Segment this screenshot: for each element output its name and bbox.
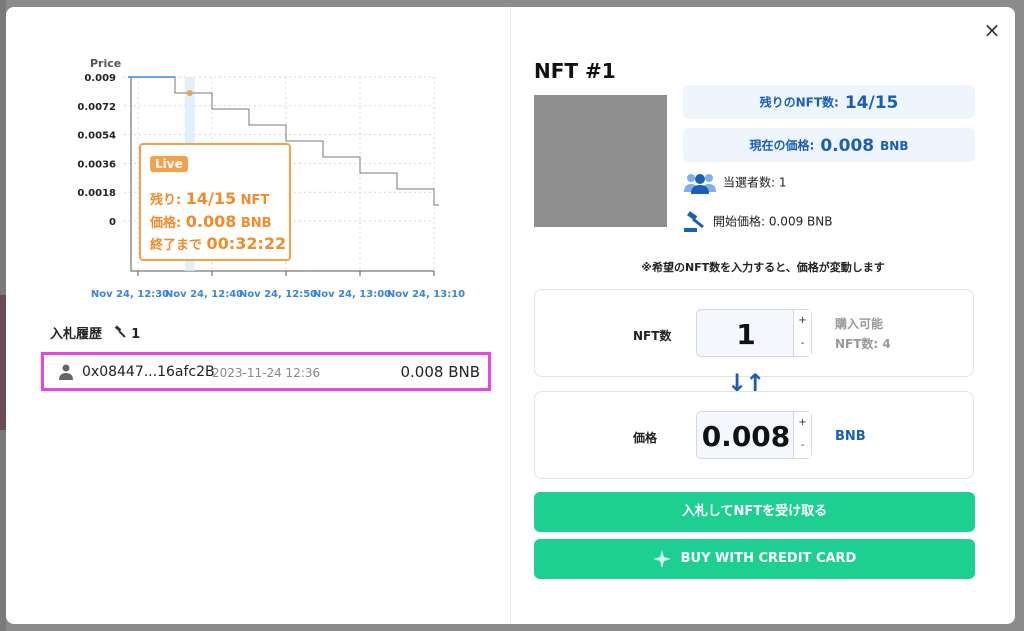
winners-stat: 当選者数: 1 xyxy=(683,172,787,194)
live-countdown: 終了まで 00:32:22 xyxy=(150,234,287,253)
nft-quantity-label: NFT数 xyxy=(633,329,672,343)
bid-history-title: 入札履歴 1 xyxy=(50,325,141,342)
price-increment-button[interactable]: + xyxy=(793,412,811,436)
user-icon xyxy=(59,364,73,380)
bid-time: 2023-11-24 12:36 xyxy=(212,366,321,380)
y-tick-label: 0.0018 xyxy=(77,188,116,199)
remaining-card: 残りのNFT数: 14/15 xyxy=(683,85,975,119)
x-tick-label: Nov 24, 12:40 xyxy=(165,289,243,300)
price-box: 価格 0.008 + - BNB xyxy=(534,391,974,479)
nft-title: NFT #1 xyxy=(534,59,616,83)
y-tick-label: 0.0072 xyxy=(77,102,116,113)
live-remaining: 残り: 14/15 NFT xyxy=(150,189,270,208)
purchase-pane: NFT #1 残りのNFT数: 14/15 現在の価格: 0.008 BNB 当選者数… xyxy=(511,7,1015,624)
price-decrement-button[interactable]: - xyxy=(793,435,811,458)
nft-quantity-value[interactable]: 1 xyxy=(697,318,795,351)
gavel-icon xyxy=(684,211,704,232)
nft-quantity-decrement-button[interactable]: - xyxy=(793,333,811,356)
nft-image xyxy=(534,95,667,227)
bid-amount: 0.008 BNB xyxy=(400,363,480,381)
nft-quantity-stepper[interactable]: 1 + - xyxy=(696,309,812,357)
x-tick-label: Nov 24, 12:30 xyxy=(91,289,169,300)
start-price-stat: 開始価格: 0.009 BNB xyxy=(683,211,832,233)
current-price-card: 現在の価格: 0.008 BNB xyxy=(683,128,975,162)
y-tick-label: 0.009 xyxy=(84,73,116,84)
y-tick-label: 0.0054 xyxy=(77,131,116,142)
price-unit: BNB xyxy=(835,429,866,444)
nft-quantity-increment-button[interactable]: + xyxy=(793,310,811,334)
bid-and-receive-button[interactable]: 入札してNFTを受け取る xyxy=(534,492,975,532)
bid-count: 1 xyxy=(131,327,141,342)
crossmint-icon xyxy=(652,549,671,568)
nft-quantity-box: NFT数 1 + - 購入可能 NFT数: 4 xyxy=(534,289,974,377)
live-price: 価格: 0.008 BNB xyxy=(150,212,272,231)
x-tick-label: Nov 24, 13:00 xyxy=(313,289,391,300)
y-axis-label: Price xyxy=(90,57,121,70)
y-tick-label: 0 xyxy=(109,217,116,228)
bid-history-row[interactable]: 0x08447...16afc2B 2023-11-24 12:36 0.008… xyxy=(41,352,491,391)
price-value[interactable]: 0.008 xyxy=(697,420,795,453)
price-stepper[interactable]: 0.008 + - xyxy=(696,411,812,459)
price-label: 価格 xyxy=(633,431,658,445)
bidder-address: 0x08447...16afc2B xyxy=(82,364,215,380)
available-nft-note: 購入可能 NFT数: 4 xyxy=(835,317,891,351)
live-badge: Live xyxy=(150,156,188,172)
buy-with-credit-card-button[interactable]: BUY WITH CREDIT CARD xyxy=(534,539,975,579)
live-info-box: Live 残り: 14/15 NFT 価格: 0.008 BNB 終了まで 00… xyxy=(139,143,291,261)
auction-chart-pane: Price 0.009 0.0072 0.0054 0.0036 0.0018 0 Nov 2… xyxy=(6,7,511,624)
x-tick-label: Nov 24, 12:50 xyxy=(239,289,317,300)
users-icon xyxy=(684,174,716,194)
nft-modal: × Price 0.009 0.0072 0.0054 0.0036 0.0018 0 Nov… xyxy=(6,7,1015,624)
x-tick-label: Nov 24, 13:10 xyxy=(387,289,465,300)
y-tick-label: 0.0036 xyxy=(77,159,116,170)
current-price-point xyxy=(186,90,193,96)
gavel-icon xyxy=(114,325,126,338)
quantity-hint: ※希望のNFT数を入力すると、価格が変動します xyxy=(641,261,885,274)
